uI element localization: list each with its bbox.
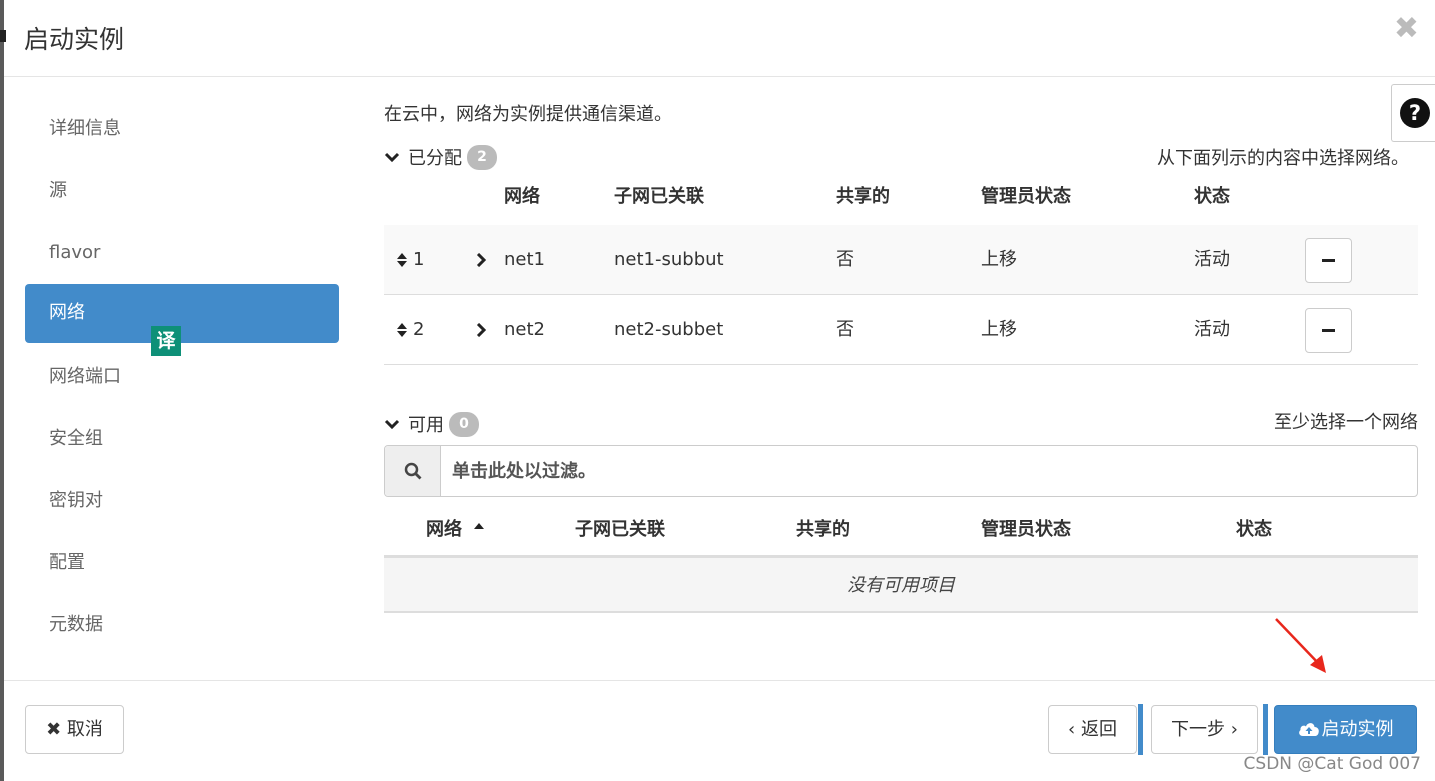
modal-header: 启动实例 ✖ [4, 0, 1435, 77]
help-button[interactable]: ? [1391, 84, 1435, 142]
available-count-badge: 0 [449, 411, 479, 437]
filter-box [384, 445, 1418, 497]
empty-table-message: 没有可用项目 [384, 558, 1418, 613]
sidebar-item-security-groups[interactable]: 安全组 [25, 408, 339, 470]
column-header-status[interactable]: 状态 [1236, 495, 1272, 558]
back-button[interactable]: ‹ 返回 [1048, 705, 1137, 754]
search-icon-addon [385, 446, 441, 496]
wizard-sidebar: 详细信息 源 flavor 网络 译 网络端口 安全组 密钥对 配置 元数据 [25, 98, 339, 656]
column-header-network-label: 网络 [426, 519, 462, 540]
sort-ascending-icon [474, 523, 485, 529]
minus-icon [1322, 259, 1335, 262]
column-header-admin-state[interactable]: 管理员状态 [981, 495, 1071, 558]
table-row: 2 net2 net2-subbet 否 上移 活动 [384, 295, 1418, 365]
table-row: 1 net1 net1-subbut 否 上移 活动 [384, 225, 1418, 295]
row-network: net2 [504, 319, 545, 340]
sidebar-item-metadata[interactable]: 元数据 [25, 594, 339, 656]
next-button[interactable]: 下一步 › [1151, 705, 1258, 754]
column-header-shared: 共享的 [836, 186, 890, 207]
chevron-right-icon[interactable] [475, 253, 487, 267]
modal-title: 启动实例 [24, 25, 125, 54]
deallocate-button[interactable] [1305, 238, 1352, 283]
sidebar-item-networks[interactable]: 网络 译 [25, 284, 339, 356]
search-icon [404, 462, 422, 480]
focus-indicator [1138, 704, 1143, 755]
column-header-network: 网络 [504, 186, 540, 207]
annotation-arrow-icon [1275, 618, 1326, 673]
sidebar-item-networks-label: 网络 [49, 302, 85, 323]
row-index: 2 [413, 319, 425, 340]
row-admin-state: 上移 [981, 249, 1017, 270]
column-header-shared[interactable]: 共享的 [796, 495, 850, 558]
cloud-upload-icon [1298, 723, 1319, 736]
close-icon[interactable]: ✖ [1394, 14, 1419, 44]
row-shared: 否 [836, 249, 854, 270]
intro-text: 在云中，网络为实例提供通信渠道。 [384, 104, 672, 125]
row-subnet: net2-subbet [614, 319, 724, 340]
sidebar-item-network-ports[interactable]: 网络端口 [25, 346, 339, 408]
modal-footer: ✖ 取消 ‹ 返回 下一步 › 启动实例 [4, 680, 1435, 781]
window-left-edge [0, 0, 6, 781]
chevron-right-icon[interactable] [475, 323, 487, 337]
allocated-table-header: 网络 子网已关联 共享的 管理员状态 状态 [384, 162, 1418, 232]
filter-input[interactable] [442, 446, 1412, 496]
drag-sort-icon[interactable] [396, 252, 408, 268]
row-subnet: net1-subbut [614, 249, 724, 270]
row-network: net1 [504, 249, 545, 270]
cancel-button[interactable]: ✖ 取消 [25, 705, 124, 754]
sidebar-item-key-pairs[interactable]: 密钥对 [25, 470, 339, 532]
available-table-header: 网络 子网已关联 共享的 管理员状态 状态 [384, 495, 1418, 558]
sidebar-item-source[interactable]: 源 [25, 160, 339, 222]
row-status: 活动 [1194, 319, 1230, 340]
drag-sort-icon[interactable] [396, 322, 408, 338]
row-index: 1 [413, 249, 425, 270]
minus-icon [1322, 329, 1335, 332]
chevron-down-icon [384, 419, 400, 430]
watermark: CSDN @Cat God 007 [1243, 754, 1421, 774]
column-header-network-sortable[interactable]: 网络 [426, 495, 485, 558]
available-title: 可用 [408, 415, 444, 436]
sidebar-item-configuration[interactable]: 配置 [25, 532, 339, 594]
row-status: 活动 [1194, 249, 1230, 270]
launch-instance-label: 启动实例 [1321, 719, 1394, 740]
launch-instance-button[interactable]: 启动实例 [1274, 705, 1417, 754]
focus-indicator [1263, 704, 1268, 755]
row-admin-state: 上移 [981, 319, 1017, 340]
sidebar-item-details[interactable]: 详细信息 [25, 98, 339, 160]
sidebar-item-flavor[interactable]: flavor [25, 222, 339, 284]
deallocate-button[interactable] [1305, 308, 1352, 353]
column-header-status: 状态 [1194, 186, 1230, 207]
available-hint: 至少选择一个网络 [1274, 412, 1418, 433]
help-icon: ? [1400, 98, 1430, 128]
column-header-subnet[interactable]: 子网已关联 [575, 495, 665, 558]
column-header-admin-state: 管理员状态 [981, 186, 1071, 207]
column-header-subnet: 子网已关联 [614, 186, 704, 207]
available-section-toggle[interactable]: 可用 0 [384, 411, 479, 437]
row-shared: 否 [836, 319, 854, 340]
